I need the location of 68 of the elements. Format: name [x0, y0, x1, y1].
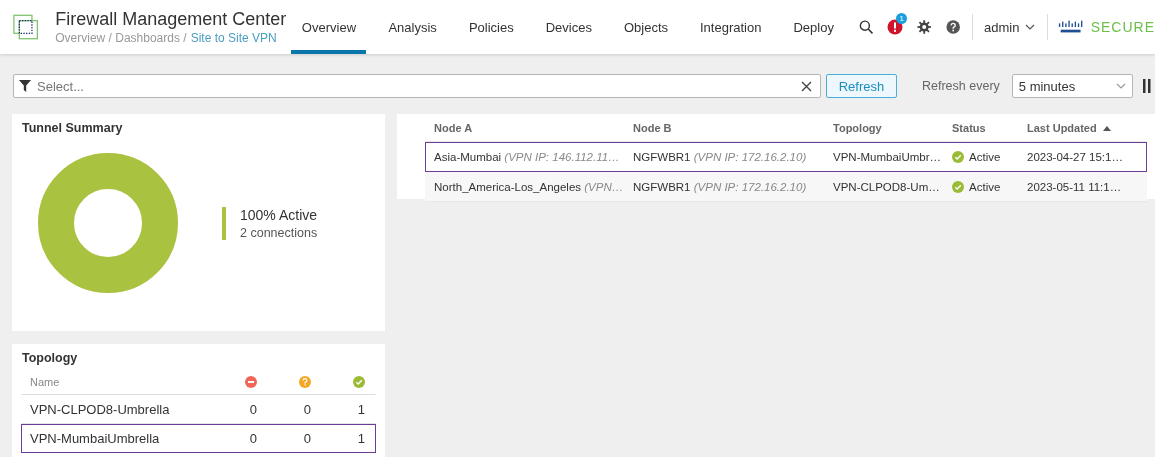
node-name: North_America-Los_Angeles [434, 181, 582, 193]
nav-tab[interactable]: Overview [291, 0, 367, 54]
clear-icon[interactable] [801, 80, 812, 92]
vpn-ip: (VPN IP: 172.16.2.10) [693, 151, 807, 163]
nav-tab[interactable]: Devices [535, 0, 602, 54]
brand-logo-icon [1058, 19, 1084, 35]
vpn-ip: (VPN IP: 146.112.11… [504, 151, 620, 163]
settings-icon[interactable] [917, 19, 932, 35]
caret-icon [1024, 24, 1035, 30]
down-count: 0 [248, 402, 257, 417]
app-title: Firewall Management Center [55, 9, 288, 30]
active-status-icon [353, 376, 365, 388]
filter-input[interactable]: Select... [35, 77, 797, 95]
check-circle-icon [952, 151, 964, 163]
column-header[interactable]: Status [952, 122, 1027, 134]
filter-icon [19, 80, 31, 92]
brand-name: SECURE [1090, 19, 1155, 35]
refresh-interval-dropdown[interactable]: 5 minutes [1011, 74, 1133, 98]
search-icon[interactable] [858, 19, 874, 35]
status-text: Active [969, 151, 1001, 163]
caret-icon [1115, 83, 1126, 89]
nav-tab[interactable]: Policies [458, 0, 524, 54]
pause-icon[interactable] [1142, 79, 1151, 93]
notification-badge: 1 [896, 13, 908, 24]
vpn-ip: (VPN IP: 172.16.2.10) [693, 181, 807, 193]
topology-row[interactable]: VPN-CLPOD8-Umbrella 0 0 1 [21, 395, 376, 424]
column-header[interactable]: Last Updated [1027, 122, 1097, 134]
alert-icon[interactable] [887, 19, 904, 35]
active-count: 1 [356, 402, 365, 417]
sort-ascending-icon[interactable] [1102, 125, 1111, 131]
unknown-count: 0 [302, 431, 311, 446]
nav-tab[interactable]: Deploy [783, 0, 844, 54]
node-name: NGFWBR1 [633, 181, 691, 193]
card-title: Tunnel Summary [22, 121, 124, 135]
unknown-count: 0 [302, 402, 311, 417]
help-icon[interactable] [945, 19, 961, 35]
topology-name: VPN-MumbaiUmbr… [833, 151, 942, 163]
topology-name: VPN-MumbaiUmbrella [30, 431, 161, 446]
topology-name: VPN-CLPOD8-Umbrella [30, 402, 171, 417]
column-header[interactable]: Node B [633, 122, 833, 134]
filter-field[interactable]: Select... [13, 74, 821, 98]
user-menu[interactable]: admin [984, 19, 1035, 35]
status-text: Active [969, 181, 1001, 193]
column-header[interactable]: Node A [426, 122, 633, 134]
legend-subtitle: 2 connections [240, 225, 318, 240]
nav-tab[interactable]: Objects [613, 0, 678, 54]
column-header[interactable]: Topology [833, 122, 952, 134]
card-title: Topology [22, 351, 79, 365]
down-count: 0 [248, 431, 257, 446]
tunnel-row[interactable]: Asia-Mumbai (VPN IP: 146.112.11… NGFWBR1 (VPN IP: 172.16.2.10) VPN-MumbaiUmbr… Active 2023-04-27 15:1… [425, 142, 1147, 172]
vpn-ip: (VPN… [584, 181, 624, 193]
last-updated: 2023-05-11 11:1… [1027, 181, 1123, 193]
unknown-status-icon [299, 376, 311, 388]
last-updated: 2023-04-27 15:1… [1027, 151, 1124, 163]
legend-value: 100% Active [240, 206, 318, 223]
node-name: Asia-Mumbai [434, 151, 502, 163]
nav-tab[interactable]: Analysis [378, 0, 447, 54]
node-name: NGFWBR1 [633, 151, 691, 163]
refresh-interval-label: Refresh every [922, 79, 1000, 93]
topology-name: VPN-CLPOD8-Um… [833, 181, 941, 193]
down-status-icon [245, 376, 257, 388]
app-logo-icon [13, 13, 39, 41]
check-circle-icon [952, 181, 964, 193]
tunnel-row[interactable]: North_America-Los_Angeles (VPN… NGFWBR1 (VPN IP: 172.16.2.10) VPN-CLPOD8-Um… Active 2023-05-11 11:1… [425, 172, 1147, 202]
active-count: 1 [356, 431, 365, 446]
topology-row[interactable]: VPN-MumbaiUmbrella 0 0 1 [21, 424, 376, 453]
column-header: Name [30, 376, 61, 388]
nav-tab[interactable]: Integration [690, 0, 772, 54]
